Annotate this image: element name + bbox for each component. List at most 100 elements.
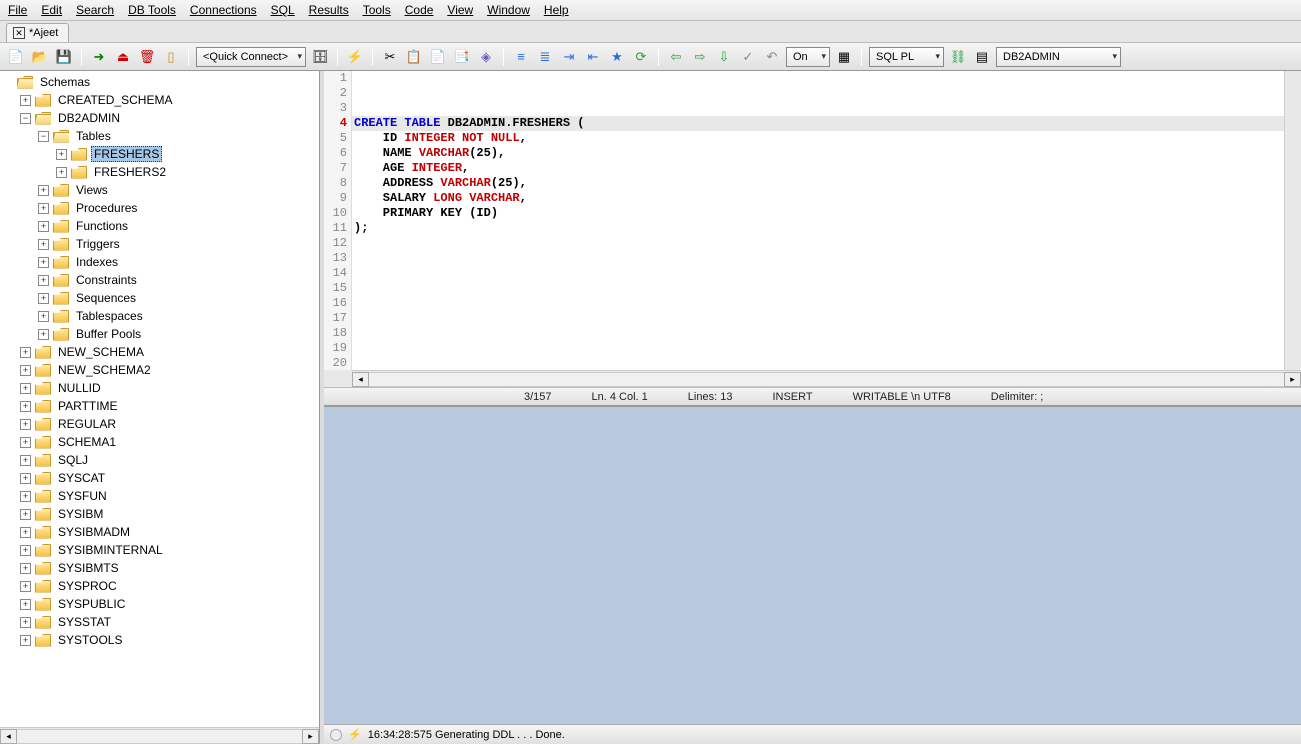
open-file-icon[interactable]: 📂 (30, 47, 50, 67)
down-icon[interactable]: ⇩ (714, 47, 734, 67)
menu-window[interactable]: Window (487, 3, 530, 17)
expand-icon[interactable]: + (20, 581, 31, 592)
align-center-icon[interactable]: ≣ (535, 47, 555, 67)
expand-icon[interactable]: + (20, 635, 31, 646)
menu-connections[interactable]: Connections (190, 3, 257, 17)
scroll-right-icon[interactable]: ▸ (302, 729, 319, 744)
prev-icon[interactable]: ⇦ (666, 47, 686, 67)
tree-node-freshers[interactable]: +FRESHERS (2, 145, 317, 163)
new-conn-icon[interactable]: ▯ (161, 47, 181, 67)
linebreak-dropdown[interactable]: On (786, 47, 830, 67)
tree-node-sysibminternal[interactable]: +SYSIBMINTERNAL (2, 541, 317, 559)
tree-node-functions[interactable]: +Functions (2, 217, 317, 235)
expand-icon[interactable]: + (38, 203, 49, 214)
expand-icon[interactable]: + (20, 527, 31, 538)
check-icon[interactable]: ✓ (738, 47, 758, 67)
expand-icon[interactable]: + (38, 275, 49, 286)
paste2-icon[interactable]: 📑 (452, 47, 472, 67)
menu-view[interactable]: View (447, 3, 473, 17)
expand-icon[interactable]: + (20, 599, 31, 610)
collapse-icon[interactable]: − (20, 113, 31, 124)
editor-scroll-right-icon[interactable]: ▸ (1284, 372, 1301, 387)
editor-scroll-left-icon[interactable]: ◂ (352, 372, 369, 387)
tree-node-new-schema[interactable]: +NEW_SCHEMA (2, 343, 317, 361)
quick-connect-dropdown[interactable]: <Quick Connect> (196, 47, 306, 67)
grid-icon[interactable]: ▤ (972, 47, 992, 67)
expand-icon[interactable]: + (20, 419, 31, 430)
tree-node-indexes[interactable]: +Indexes (2, 253, 317, 271)
expand-icon[interactable]: + (56, 149, 67, 160)
execute-icon[interactable]: ⚡ (345, 47, 365, 67)
tree-node-systools[interactable]: +SYSTOOLS (2, 631, 317, 649)
expand-icon[interactable]: + (38, 329, 49, 340)
tree-node-sequences[interactable]: +Sequences (2, 289, 317, 307)
expand-icon[interactable]: + (20, 347, 31, 358)
tree-node-triggers[interactable]: +Triggers (2, 235, 317, 253)
new-file-icon[interactable]: 📄 (6, 47, 26, 67)
paste-icon[interactable]: 📄 (428, 47, 448, 67)
tree-node-syscat[interactable]: +SYSCAT (2, 469, 317, 487)
menu-file[interactable]: File (8, 3, 27, 17)
copy-icon[interactable]: 📋 (404, 47, 424, 67)
editor-vscrollbar[interactable] (1284, 71, 1301, 370)
refresh-icon[interactable]: ⟳ (631, 47, 651, 67)
align-left-icon[interactable]: ≡ (511, 47, 531, 67)
tree-node-nullid[interactable]: +NULLID (2, 379, 317, 397)
expand-icon[interactable]: + (20, 491, 31, 502)
tree-node-views[interactable]: +Views (2, 181, 317, 199)
tree-node-syspublic[interactable]: +SYSPUBLIC (2, 595, 317, 613)
tree-node-schema1[interactable]: +SCHEMA1 (2, 433, 317, 451)
cut-icon[interactable]: ✂ (380, 47, 400, 67)
tree-node-procedures[interactable]: +Procedures (2, 199, 317, 217)
undo-icon[interactable]: ↶ (762, 47, 782, 67)
expand-icon[interactable]: + (38, 185, 49, 196)
tree-node-schemas[interactable]: Schemas (2, 73, 317, 91)
tree-node-regular[interactable]: +REGULAR (2, 415, 317, 433)
menu-code[interactable]: Code (405, 3, 434, 17)
expand-icon[interactable]: + (20, 383, 31, 394)
expand-icon[interactable]: + (20, 401, 31, 412)
sql-editor[interactable]: CREATE TABLE DB2ADMIN.FRESHERS ( ID INTE… (352, 71, 1284, 370)
tree-node-new-schema2[interactable]: +NEW_SCHEMA2 (2, 361, 317, 379)
tree-node-parttime[interactable]: +PARTTIME (2, 397, 317, 415)
expand-icon[interactable]: + (20, 455, 31, 466)
expand-icon[interactable]: + (38, 293, 49, 304)
favorite-icon[interactable]: ★ (607, 47, 627, 67)
menu-help[interactable]: Help (544, 3, 569, 17)
expand-icon[interactable]: + (20, 509, 31, 520)
disconnect-icon[interactable]: ⏏ (113, 47, 133, 67)
expand-icon[interactable]: + (38, 221, 49, 232)
tree-node-sysibmts[interactable]: +SYSIBMTS (2, 559, 317, 577)
expand-icon[interactable]: + (20, 95, 31, 106)
tree-node-db2admin[interactable]: −DB2ADMIN (2, 109, 317, 127)
expand-icon[interactable]: + (20, 563, 31, 574)
tree-node-freshers2[interactable]: +FRESHERS2 (2, 163, 317, 181)
editor-hscrollbar[interactable]: ◂ ▸ (352, 370, 1301, 387)
expand-icon[interactable]: + (20, 437, 31, 448)
tree-node-sysfun[interactable]: +SYSFUN (2, 487, 317, 505)
outdent-icon[interactable]: ⇤ (583, 47, 603, 67)
tree-node-constraints[interactable]: +Constraints (2, 271, 317, 289)
expand-icon[interactable]: + (20, 473, 31, 484)
tree-node-sysproc[interactable]: +SYSPROC (2, 577, 317, 595)
select-icon[interactable]: ◈ (476, 47, 496, 67)
tree-node-tablespaces[interactable]: +Tablespaces (2, 307, 317, 325)
schema-tree[interactable]: Schemas+CREATED_SCHEMA−DB2ADMIN−Tables+F… (0, 71, 319, 727)
menu-sql[interactable]: SQL (271, 3, 295, 17)
menu-tools[interactable]: Tools (363, 3, 391, 17)
next-icon[interactable]: ⇨ (690, 47, 710, 67)
menu-results[interactable]: Results (309, 3, 349, 17)
tab-ajeet[interactable]: ✕ *Ajeet (6, 23, 69, 42)
indent-icon[interactable]: ⇥ (559, 47, 579, 67)
expand-icon[interactable]: + (38, 239, 49, 250)
scroll-left-icon[interactable]: ◂ (0, 729, 17, 744)
tree-node-tables[interactable]: −Tables (2, 127, 317, 145)
tree-node-sysibm[interactable]: +SYSIBM (2, 505, 317, 523)
menu-db-tools[interactable]: DB Tools (128, 3, 176, 17)
language-dropdown[interactable]: SQL PL (869, 47, 944, 67)
collapse-icon[interactable]: − (38, 131, 49, 142)
expand-icon[interactable]: + (38, 311, 49, 322)
schema-dropdown[interactable]: DB2ADMIN (996, 47, 1121, 67)
table-icon[interactable]: ▦ (834, 47, 854, 67)
expand-icon[interactable]: + (20, 545, 31, 556)
